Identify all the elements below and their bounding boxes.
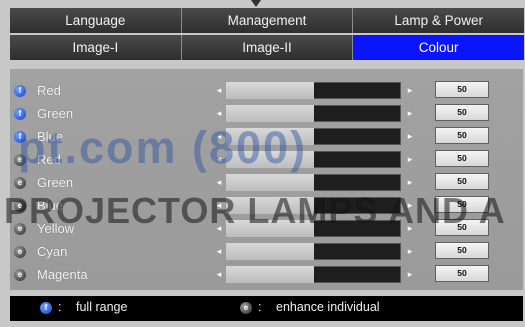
tab-row-bottom: Image-I Image-II Colour	[10, 35, 525, 60]
colour-slider[interactable]: ◂ ▸	[210, 174, 412, 191]
slider-fill	[226, 243, 314, 260]
colour-row-cyan-enhance: e Cyan ◂ ▸ 50	[10, 240, 523, 263]
colour-settings-panel: f Red ◂ ▸ 50 f Green ◂ ▸ 50 f Blue ◂ ▸ 50 e Red ◂ ▸ 50 e Gree…	[10, 69, 523, 290]
decrease-arrow-icon[interactable]: ◂	[212, 197, 226, 214]
tab-lamp-power[interactable]: Lamp & Power	[352, 8, 525, 33]
colour-slider[interactable]: ◂ ▸	[210, 197, 412, 214]
decrease-arrow-icon[interactable]: ◂	[212, 82, 226, 99]
full-range-icon: f	[40, 302, 52, 314]
increase-arrow-icon[interactable]: ▸	[403, 243, 417, 260]
increase-arrow-icon[interactable]: ▸	[403, 128, 417, 145]
colour-label: Cyan	[37, 244, 68, 259]
colour-row-magenta-enhance: e Magenta ◂ ▸ 50	[10, 263, 523, 286]
enhance-individual-icon: e	[14, 177, 26, 189]
tab-language[interactable]: Language	[10, 8, 181, 33]
legend-bar: f : full range e : enhance individual	[10, 296, 523, 321]
value-box: 50	[435, 242, 489, 259]
decrease-arrow-icon[interactable]: ◂	[212, 266, 226, 283]
value-box: 50	[435, 173, 489, 190]
slider-fill	[226, 82, 314, 99]
colour-label: Blue	[37, 198, 64, 213]
slider-track[interactable]	[226, 82, 401, 99]
colour-label: Magenta	[37, 267, 88, 282]
enhance-individual-icon: e	[14, 154, 26, 166]
colour-slider[interactable]: ◂ ▸	[210, 151, 412, 168]
colour-label: Red	[37, 83, 61, 98]
legend-separator: :	[258, 300, 262, 314]
colour-slider[interactable]: ◂ ▸	[210, 266, 412, 283]
enhance-individual-icon: e	[14, 269, 26, 281]
value-box: 50	[435, 127, 489, 144]
decrease-arrow-icon[interactable]: ◂	[212, 220, 226, 237]
increase-arrow-icon[interactable]: ▸	[403, 220, 417, 237]
increase-arrow-icon[interactable]: ▸	[403, 174, 417, 191]
slider-fill	[226, 128, 314, 145]
decrease-arrow-icon[interactable]: ◂	[212, 105, 226, 122]
increase-arrow-icon[interactable]: ▸	[403, 266, 417, 283]
slider-fill	[226, 220, 314, 237]
slider-track[interactable]	[226, 128, 401, 145]
tab-image-ii[interactable]: Image-II	[180, 35, 353, 60]
increase-arrow-icon[interactable]: ▸	[403, 197, 417, 214]
full-range-label: full range	[76, 300, 128, 314]
value-box: 50	[435, 150, 489, 167]
decrease-arrow-icon[interactable]: ◂	[212, 128, 226, 145]
colour-slider[interactable]: ◂ ▸	[210, 128, 412, 145]
full-range-icon: f	[14, 108, 26, 120]
enhance-individual-label: enhance individual	[276, 300, 380, 314]
full-range-icon: f	[14, 85, 26, 97]
value-box: 50	[435, 104, 489, 121]
slider-track[interactable]	[226, 174, 401, 191]
slider-track[interactable]	[226, 266, 401, 283]
colour-label: Green	[37, 106, 74, 121]
enhance-individual-icon: e	[14, 223, 26, 235]
slider-track[interactable]	[226, 151, 401, 168]
colour-row-red-full: f Red ◂ ▸ 50	[10, 79, 523, 102]
enhance-individual-icon: e	[14, 246, 26, 258]
colour-label: Green	[37, 175, 74, 190]
tab-row-top: Language Management Lamp & Power	[10, 8, 525, 33]
colour-label: Red	[37, 152, 61, 167]
tab-image-i[interactable]: Image-I	[10, 35, 181, 60]
enhance-individual-icon: e	[14, 200, 26, 212]
colour-row-blue-full: f Blue ◂ ▸ 50	[10, 125, 523, 148]
full-range-icon: f	[14, 131, 26, 143]
colour-slider[interactable]: ◂ ▸	[210, 105, 412, 122]
colour-row-blue-enhance: e Blue ◂ ▸ 50	[10, 194, 523, 217]
colour-slider[interactable]: ◂ ▸	[210, 243, 412, 260]
increase-arrow-icon[interactable]: ▸	[403, 105, 417, 122]
colour-row-yellow-enhance: e Yellow ◂ ▸ 50	[10, 217, 523, 240]
increase-arrow-icon[interactable]: ▸	[403, 82, 417, 99]
slider-fill	[226, 174, 314, 191]
decrease-arrow-icon[interactable]: ◂	[212, 151, 226, 168]
legend-separator: :	[58, 300, 62, 314]
enhance-individual-icon: e	[240, 302, 252, 314]
colour-slider[interactable]: ◂ ▸	[210, 82, 412, 99]
slider-fill	[226, 266, 314, 283]
slider-fill	[226, 151, 314, 168]
tab-colour[interactable]: Colour	[352, 35, 525, 60]
colour-slider[interactable]: ◂ ▸	[210, 220, 412, 237]
colour-row-red-enhance: e Red ◂ ▸ 50	[10, 148, 523, 171]
tab-position-marker	[251, 0, 261, 7]
slider-fill	[226, 197, 314, 214]
slider-track[interactable]	[226, 197, 401, 214]
slider-track[interactable]	[226, 243, 401, 260]
value-box: 50	[435, 219, 489, 236]
slider-fill	[226, 105, 314, 122]
value-box: 50	[435, 196, 489, 213]
value-box: 50	[435, 265, 489, 282]
decrease-arrow-icon[interactable]: ◂	[212, 243, 226, 260]
increase-arrow-icon[interactable]: ▸	[403, 151, 417, 168]
value-box: 50	[435, 81, 489, 98]
colour-settings-list: f Red ◂ ▸ 50 f Green ◂ ▸ 50 f Blue ◂ ▸ 50 e Red ◂ ▸ 50 e Gree…	[10, 79, 523, 286]
slider-track[interactable]	[226, 105, 401, 122]
decrease-arrow-icon[interactable]: ◂	[212, 174, 226, 191]
colour-row-green-enhance: e Green ◂ ▸ 50	[10, 171, 523, 194]
tab-management[interactable]: Management	[180, 8, 353, 33]
colour-label: Blue	[37, 129, 64, 144]
colour-label: Yellow	[37, 221, 75, 236]
slider-track[interactable]	[226, 220, 401, 237]
colour-row-green-full: f Green ◂ ▸ 50	[10, 102, 523, 125]
